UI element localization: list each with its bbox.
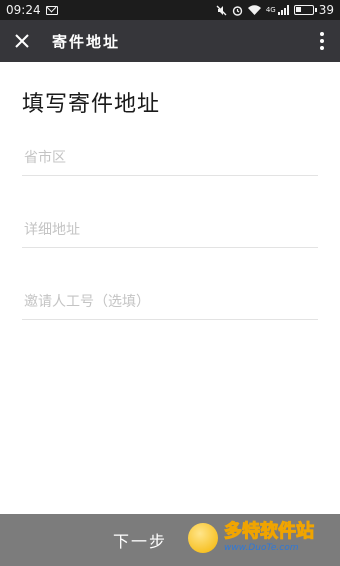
mute-icon — [216, 5, 227, 15]
close-button[interactable] — [0, 20, 44, 62]
address-input[interactable] — [22, 212, 318, 248]
mail-icon — [45, 5, 58, 15]
page-title: 寄件地址 — [52, 32, 121, 51]
alarm-icon — [232, 5, 243, 16]
inviter-id-input[interactable] — [22, 284, 318, 320]
wifi-icon — [247, 5, 261, 15]
close-icon — [15, 34, 29, 48]
network-type: 4G — [265, 6, 276, 14]
battery-icon — [293, 5, 317, 15]
title-bar: 寄件地址 — [0, 20, 340, 62]
signal-icon — [277, 5, 289, 15]
form-heading: 填写寄件地址 — [22, 92, 161, 117]
region-input[interactable] — [22, 140, 318, 176]
more-vertical-icon — [320, 32, 324, 50]
clock: 09:24 — [6, 3, 41, 17]
status-bar-left: 09:24 — [6, 3, 58, 17]
next-step-button[interactable]: 下一步 — [0, 514, 340, 566]
status-bar-right: 4G 39 — [216, 3, 334, 17]
status-bar: 09:24 4G 39 — [0, 0, 340, 20]
battery-level: 39 — [318, 3, 334, 17]
more-menu-button[interactable] — [304, 20, 340, 62]
next-step-label: 下一步 — [112, 532, 167, 551]
